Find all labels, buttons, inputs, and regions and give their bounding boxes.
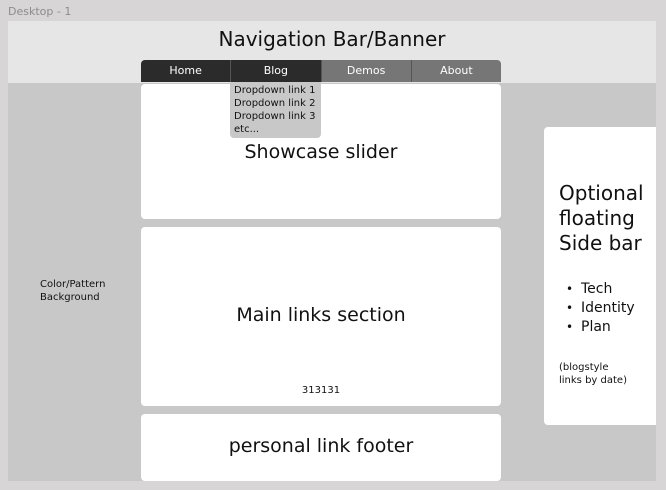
sidebar-title-line: Side bar bbox=[559, 231, 642, 255]
main-links-section: Main links section 313131 bbox=[141, 227, 501, 406]
nav-item-blog[interactable]: Blog bbox=[230, 60, 321, 82]
sidebar-note-line: links by date) bbox=[559, 375, 627, 386]
dropdown-link-1[interactable]: Dropdown link 1 bbox=[234, 84, 317, 97]
main-links-title: Main links section bbox=[236, 304, 406, 326]
nav-bar: Home Blog Demos About bbox=[141, 60, 501, 82]
sidebar-list: Tech Identity Plan bbox=[566, 280, 635, 337]
sidebar-title: Optional floating Side bar bbox=[559, 181, 656, 256]
dropdown-link-etc[interactable]: etc... bbox=[234, 123, 317, 136]
sidebar-note: (blogstyle links by date) bbox=[559, 361, 656, 387]
sidebar-item-tech[interactable]: Tech bbox=[566, 280, 635, 299]
nav-item-home[interactable]: Home bbox=[141, 60, 231, 82]
dropdown-link-2[interactable]: Dropdown link 2 bbox=[234, 97, 317, 110]
nav-item-demos[interactable]: Demos bbox=[320, 60, 411, 82]
footer-title: personal link footer bbox=[228, 435, 414, 457]
background-label: Color/Pattern Background bbox=[40, 278, 130, 304]
showcase-title: Showcase slider bbox=[244, 141, 398, 163]
sidebar-item-plan[interactable]: Plan bbox=[566, 318, 635, 337]
sidebar-item-identity[interactable]: Identity bbox=[566, 299, 635, 318]
background-label-line: Color/Pattern bbox=[40, 279, 106, 290]
dropdown-link-3[interactable]: Dropdown link 3 bbox=[234, 110, 317, 123]
banner-title: Navigation Bar/Banner bbox=[218, 27, 446, 51]
navigation-banner: Navigation Bar/Banner Home Blog Demos Ab… bbox=[8, 21, 656, 83]
personal-link-footer: personal link footer bbox=[141, 414, 501, 481]
blog-dropdown-menu: Dropdown link 1 Dropdown link 2 Dropdown… bbox=[230, 82, 321, 138]
sidebar-note-line: (blogstyle bbox=[559, 362, 609, 373]
nav-item-about[interactable]: About bbox=[410, 60, 501, 82]
background-label-line: Background bbox=[40, 292, 100, 303]
sidebar-title-line: floating bbox=[559, 206, 635, 230]
desktop-frame: Navigation Bar/Banner Home Blog Demos Ab… bbox=[8, 21, 656, 481]
floating-side-bar: Optional floating Side bar Tech Identity… bbox=[544, 127, 656, 425]
showcase-slider[interactable]: Showcase slider bbox=[141, 84, 501, 219]
main-links-number: 313131 bbox=[301, 385, 341, 396]
frame-label: Desktop - 1 bbox=[8, 5, 72, 18]
sidebar-title-line: Optional bbox=[559, 181, 644, 205]
